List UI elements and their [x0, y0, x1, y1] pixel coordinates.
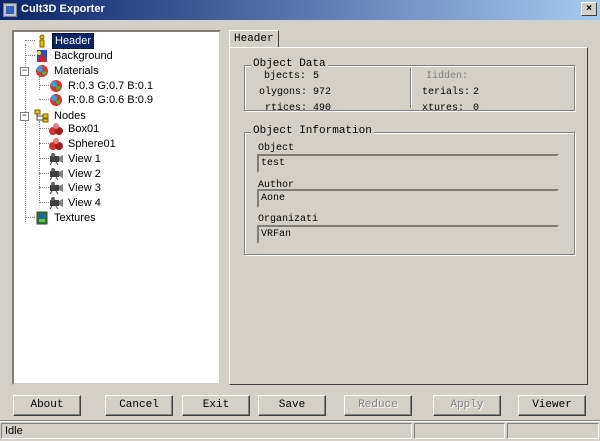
tree-item-view-2[interactable]: View 2: [48, 166, 103, 181]
textures-value: 0: [473, 103, 480, 114]
objects-value: 5: [313, 71, 320, 82]
organization-field[interactable]: VRFan: [257, 225, 559, 244]
materials-collapse-toggle[interactable]: −: [20, 67, 29, 76]
tree-line: [39, 76, 40, 90]
author-field[interactable]: Aone: [257, 189, 559, 208]
tree-item-box01[interactable]: Box01: [48, 121, 101, 136]
material-icon: [48, 93, 64, 107]
tree-item-header[interactable]: Header: [34, 32, 95, 49]
vertices-label: rtices:: [265, 103, 308, 114]
exit-button[interactable]: Exit: [182, 395, 250, 416]
object-data-group: Object Data bjects: 5 olygons: 972 rtice…: [244, 58, 575, 114]
status-separator: [0, 420, 600, 422]
apply-button[interactable]: Apply: [433, 395, 501, 416]
object-info-group: Object Information Object test Author Ao…: [244, 125, 575, 255]
background-icon: [34, 49, 50, 63]
organization-label: Organizati: [258, 214, 319, 225]
geometry-node-icon: [48, 137, 64, 151]
status-pane: [414, 423, 505, 439]
materials-label: terials:: [422, 87, 471, 98]
textures-label: xtures:: [422, 103, 465, 114]
cancel-button[interactable]: Cancel: [105, 395, 173, 416]
window-title: Cult3D Exporter: [21, 3, 105, 15]
app-icon: [3, 3, 17, 17]
camera-icon: [48, 152, 64, 166]
objects-label: bjects:: [264, 71, 307, 82]
tab-header[interactable]: Header: [229, 30, 279, 47]
object-label: Object: [258, 143, 295, 154]
tree-item-view-4[interactable]: View 4: [48, 195, 103, 210]
material-icon: [48, 79, 64, 93]
polygons-value: 972: [313, 87, 332, 98]
tree-item-background[interactable]: Background: [34, 48, 115, 63]
tree-label-material-1: R:0.3 G:0.7 B:0.1: [68, 79, 153, 92]
tree-label-materials: Materials: [54, 64, 99, 77]
viewer-button[interactable]: Viewer: [518, 395, 586, 416]
object-name-field[interactable]: test: [257, 154, 559, 173]
polygons-label: olygons:: [259, 87, 308, 98]
vertices-value: 490: [313, 103, 332, 114]
object-data-title: Object Data: [251, 58, 328, 70]
tree-label-header: Header: [52, 32, 95, 49]
status-pane: [507, 423, 599, 439]
tree-item-material-2[interactable]: R:0.8 G:0.6 B:0.9: [48, 92, 155, 107]
materials-icon: [34, 64, 50, 78]
camera-icon: [48, 196, 64, 210]
close-button[interactable]: ×: [581, 2, 597, 16]
tree-item-material-1[interactable]: R:0.3 G:0.7 B:0.1: [48, 78, 155, 93]
tree-label-material-2: R:0.8 G:0.6 B:0.9: [68, 93, 153, 106]
status-text: Idle: [1, 423, 412, 439]
scene-tree[interactable]: Header Background − Materials R:0.3 G:0.…: [12, 30, 221, 385]
tree-label-node: Box01: [68, 122, 100, 135]
tree-label-textures: Textures: [54, 211, 96, 224]
textures-icon: [34, 211, 50, 225]
tree-label-node: View 4: [68, 196, 101, 209]
nodes-collapse-toggle[interactable]: −: [20, 112, 29, 121]
tree-item-sphere01[interactable]: Sphere01: [48, 136, 118, 151]
header-icon: [34, 34, 50, 48]
save-button[interactable]: Save: [258, 395, 326, 416]
tree-item-view-3[interactable]: View 3: [48, 180, 103, 195]
reduce-button[interactable]: Reduce: [344, 395, 412, 416]
tree-label-node: View 1: [68, 152, 101, 165]
object-info-title: Object Information: [251, 125, 374, 137]
camera-icon: [48, 167, 64, 181]
materials-value: 2: [473, 87, 480, 98]
about-button[interactable]: About: [13, 395, 81, 416]
header-panel: Object Data bjects: 5 olygons: 972 rtice…: [229, 47, 588, 385]
tree-label-background: Background: [54, 49, 113, 62]
tree-item-textures[interactable]: Textures: [34, 210, 98, 225]
camera-icon: [48, 181, 64, 195]
tree-label-node: View 2: [68, 167, 101, 180]
tree-label-node: View 3: [68, 181, 101, 194]
tree-item-materials[interactable]: Materials: [34, 63, 101, 78]
hidden-label: Iidden:: [426, 71, 469, 82]
tree-line: [39, 121, 40, 201]
geometry-node-icon: [48, 122, 64, 136]
tree-item-view-1[interactable]: View 1: [48, 151, 103, 166]
divider: [410, 68, 412, 108]
tree-label-node: Sphere01: [68, 137, 116, 150]
title-bar: Cult3D Exporter ×: [0, 0, 600, 20]
